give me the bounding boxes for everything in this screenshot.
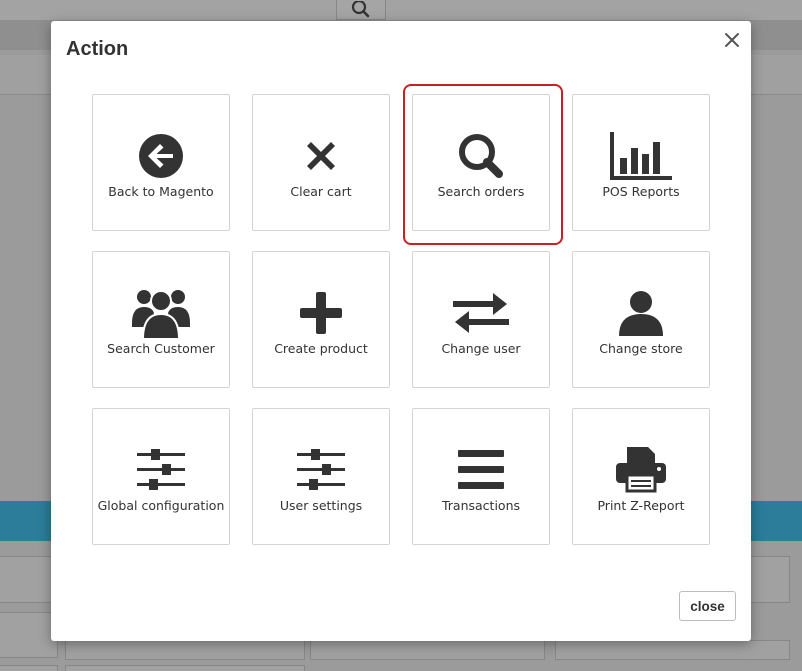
background-field <box>310 640 545 660</box>
background-field <box>745 556 790 603</box>
action-label: Search Customer <box>107 341 215 356</box>
action-global-configuration[interactable]: Global configuration <box>92 408 230 545</box>
background-field <box>0 612 58 658</box>
x-icon <box>307 142 335 170</box>
background-search-button <box>336 0 386 20</box>
bars-icon <box>458 450 504 489</box>
plus-icon <box>300 292 342 334</box>
sliders-icon <box>297 449 345 490</box>
action-create-product[interactable]: Create product <box>252 251 390 388</box>
action-grid: Back to Magento Clear cart Search orders <box>92 84 712 546</box>
action-print-z-report[interactable]: Print Z-Report <box>572 408 710 545</box>
action-label: Print Z-Report <box>597 498 685 513</box>
action-search-orders[interactable]: Search orders <box>403 84 563 245</box>
action-clear-cart[interactable]: Clear cart <box>252 94 390 231</box>
action-label: Transactions <box>441 498 521 513</box>
action-change-store[interactable]: Change store <box>572 251 710 388</box>
bar-chart-icon <box>610 132 672 180</box>
close-icon[interactable] <box>721 29 743 51</box>
action-label: Search orders <box>437 184 525 199</box>
action-label: POS Reports <box>602 184 680 199</box>
printer-icon <box>616 447 666 493</box>
action-pos-reports[interactable]: POS Reports <box>572 94 710 231</box>
background-field <box>65 665 305 671</box>
action-label: Clear cart <box>290 184 352 199</box>
user-icon <box>619 291 663 336</box>
action-label: Change store <box>599 341 683 356</box>
action-user-settings[interactable]: User settings <box>252 408 390 545</box>
background-field <box>65 640 305 660</box>
background-field <box>555 640 790 660</box>
action-search-customer[interactable]: Search Customer <box>92 251 230 388</box>
action-label: Global configuration <box>97 498 225 513</box>
action-back-to-magento[interactable]: Back to Magento <box>92 94 230 231</box>
sliders-icon <box>137 449 185 490</box>
action-label: Back to Magento <box>108 184 214 199</box>
close-button[interactable]: close <box>679 591 736 621</box>
modal-title: Action <box>66 38 129 60</box>
exchange-icon <box>453 293 509 333</box>
action-label: User settings <box>279 498 363 513</box>
action-modal: Action Back to Magento Clear cart Search… <box>51 21 751 641</box>
background-field <box>0 665 58 671</box>
action-change-user[interactable]: Change user <box>412 251 550 388</box>
arrow-circle-left-icon <box>139 134 183 178</box>
users-icon <box>132 290 190 339</box>
action-label: Change user <box>441 341 521 356</box>
action-transactions[interactable]: Transactions <box>412 408 550 545</box>
action-label: Create product <box>274 341 368 356</box>
search-icon <box>459 134 503 178</box>
search-icon <box>351 0 370 17</box>
background-top-strip <box>0 0 802 20</box>
